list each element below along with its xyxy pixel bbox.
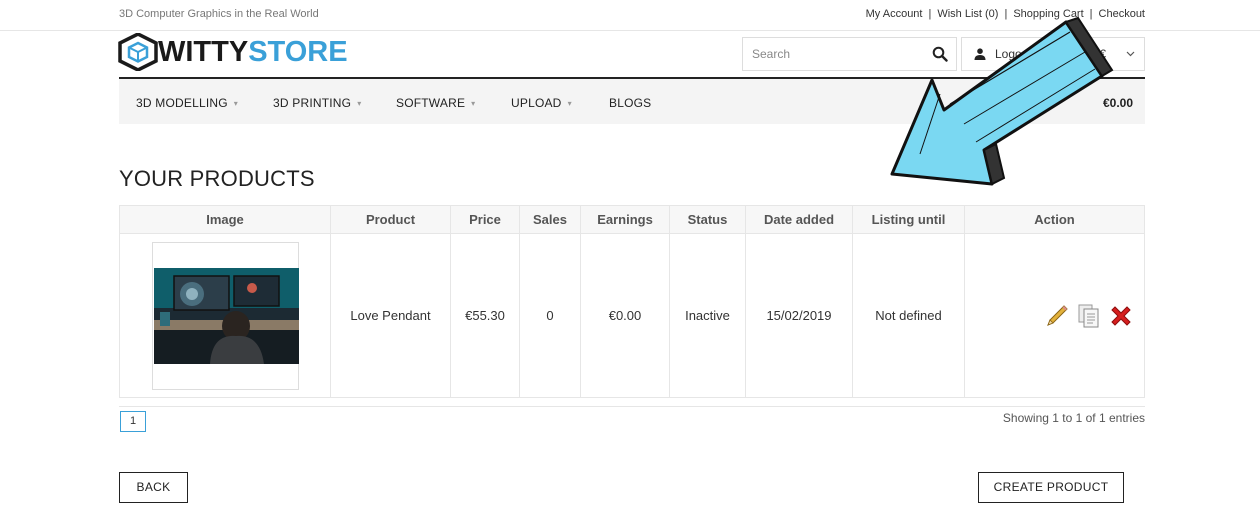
cart-total[interactable]: €0.00 xyxy=(1103,96,1133,110)
link-separator: | xyxy=(1089,8,1093,20)
product-name[interactable]: Love Pendant xyxy=(330,233,451,398)
status-badge: Inactive xyxy=(669,233,746,398)
search-box xyxy=(742,37,957,71)
product-image-cell xyxy=(119,233,331,398)
create-product-button[interactable]: CREATE PRODUCT xyxy=(978,472,1124,503)
product-price: €55.30 xyxy=(450,233,520,398)
account-dropdown[interactable]: Logout € xyxy=(961,37,1145,71)
caret-down-icon: ▾ xyxy=(233,99,238,108)
column-header-action: Action xyxy=(964,205,1145,234)
brand-name: WITTYSTORE xyxy=(158,33,348,71)
wish-list-link[interactable]: Wish List (0) xyxy=(937,8,998,20)
column-header-sales: Sales xyxy=(519,205,581,234)
table-row: Love Pendant €55.30 0 €0.00 Inactive 15/… xyxy=(119,233,1145,398)
product-thumbnail[interactable] xyxy=(151,241,299,390)
main-nav: 3D MODELLING ▾ 3D PRINTING ▾ SOFTWARE ▾ UPL… xyxy=(119,77,1145,124)
product-earnings: €0.00 xyxy=(580,233,670,398)
copy-icon[interactable] xyxy=(1076,303,1102,329)
column-header-earnings: Earnings xyxy=(580,205,670,234)
nav-item-label: UPLOAD xyxy=(511,96,562,110)
nav-item-3d-printing[interactable]: 3D PRINTING ▾ xyxy=(273,96,361,110)
cube-logo-icon xyxy=(118,33,158,71)
caret-down-icon: ▾ xyxy=(357,99,362,108)
product-image xyxy=(153,267,299,364)
nav-item-label: 3D MODELLING xyxy=(136,96,228,110)
checkout-link[interactable]: Checkout xyxy=(1099,8,1145,20)
site-tagline: 3D Computer Graphics in the Real World xyxy=(119,8,319,20)
products-table: Image Product Price Sales Earnings Statu… xyxy=(119,205,1145,398)
column-header-listing-until: Listing until xyxy=(852,205,965,234)
user-icon xyxy=(974,48,986,60)
nav-item-label: 3D PRINTING xyxy=(273,96,352,110)
nav-item-label: BLOGS xyxy=(609,96,652,110)
column-header-price: Price xyxy=(450,205,520,234)
nav-item-label: SOFTWARE xyxy=(396,96,466,110)
delete-x-icon[interactable] xyxy=(1108,303,1134,329)
nav-item-upload[interactable]: UPLOAD ▾ xyxy=(511,96,572,110)
listing-until: Not defined xyxy=(852,233,965,398)
product-sales: 0 xyxy=(519,233,581,398)
actions-cell xyxy=(964,233,1145,398)
entries-summary: Showing 1 to 1 of 1 entries xyxy=(1002,411,1145,425)
action-buttons xyxy=(965,303,1144,329)
column-header-status: Status xyxy=(669,205,746,234)
nav-item-3d-modelling[interactable]: 3D MODELLING ▾ xyxy=(136,96,238,110)
caret-down-icon: ▾ xyxy=(567,99,572,108)
brand-name-part1: WITTY xyxy=(158,36,249,68)
nav-item-software[interactable]: SOFTWARE ▾ xyxy=(396,96,475,110)
pagination-page-1[interactable]: 1 xyxy=(120,411,146,432)
brand-name-part2: STORE xyxy=(248,36,348,68)
column-header-date-added: Date added xyxy=(745,205,853,234)
nav-item-blogs[interactable]: BLOGS xyxy=(609,96,651,110)
pencil-edit-icon[interactable] xyxy=(1044,303,1070,329)
search-icon[interactable] xyxy=(932,46,948,62)
table-footer-divider xyxy=(119,406,1145,407)
logout-label[interactable]: Logout xyxy=(995,47,1032,61)
column-header-image: Image xyxy=(119,205,331,234)
my-account-link[interactable]: My Account xyxy=(866,8,923,20)
page-title: YOUR PRODUCTS xyxy=(119,166,315,191)
top-bar: 3D Computer Graphics in the Real World M… xyxy=(0,0,1260,31)
link-separator: | xyxy=(928,8,932,20)
chevron-down-icon xyxy=(1126,51,1135,57)
table-header-row: Image Product Price Sales Earnings Statu… xyxy=(119,205,1145,234)
top-links: My Account | Wish List (0) | Shopping Ca… xyxy=(866,8,1145,20)
currency-label: € xyxy=(1099,47,1106,61)
shopping-cart-link[interactable]: Shopping Cart xyxy=(1013,8,1083,20)
date-added: 15/02/2019 xyxy=(745,233,853,398)
link-separator: | xyxy=(1004,8,1008,20)
search-input[interactable] xyxy=(743,38,923,70)
site-logo[interactable]: WITTYSTORE xyxy=(118,33,348,71)
back-button[interactable]: BACK xyxy=(119,472,188,503)
column-header-product: Product xyxy=(330,205,451,234)
caret-down-icon: ▾ xyxy=(471,99,476,108)
